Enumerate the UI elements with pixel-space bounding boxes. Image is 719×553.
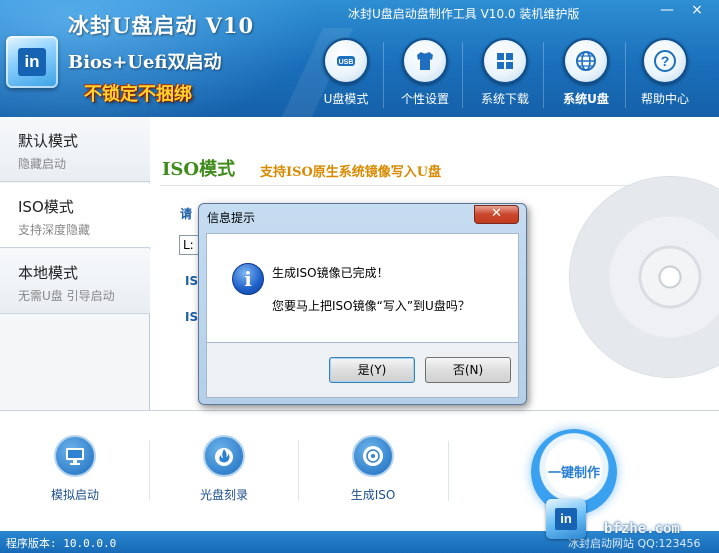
iso-option-label: IS bbox=[185, 310, 199, 324]
window-title: 冰封U盘启动盘制作工具 V10.0 装机维护版 bbox=[348, 7, 580, 21]
minimize-button[interactable]: — bbox=[654, 1, 680, 21]
app-title: 冰封U盘启动 V10 bbox=[68, 13, 255, 38]
simulate-boot-button[interactable]: 模拟启动 bbox=[25, 435, 125, 503]
dialog-close-button[interactable]: ✕ bbox=[474, 205, 519, 224]
nav-label: 系统下载 bbox=[480, 92, 529, 106]
cd-disc-image bbox=[570, 177, 719, 377]
close-button[interactable]: × bbox=[684, 1, 710, 21]
toolbar-divider bbox=[149, 441, 150, 501]
mode-title: 本地模式 bbox=[18, 264, 79, 282]
info-icon: i bbox=[232, 263, 264, 295]
windows-icon bbox=[482, 38, 528, 84]
mode-heading: ISO模式 bbox=[162, 159, 236, 180]
nav-label: U盘模式 bbox=[323, 92, 369, 106]
dialog-body: i 生成ISO镜像已完成！ 您要马上把ISO镜像“写入”到U盘吗？ bbox=[206, 233, 519, 343]
yes-button[interactable]: 是(Y) bbox=[329, 357, 415, 383]
nav-system-download[interactable]: 系统下载 bbox=[467, 38, 543, 112]
nav-divider bbox=[543, 42, 544, 108]
app-subtitle: Bios+Uefi双启动 bbox=[68, 52, 222, 73]
one-click-label: 一键制作 bbox=[547, 466, 600, 481]
info-dialog: 信息提示 ✕ i 生成ISO镜像已完成！ 您要马上把ISO镜像“写入”到U盘吗？… bbox=[198, 203, 527, 405]
tab-default-mode[interactable]: 默认模式 隐藏启动 bbox=[0, 117, 150, 182]
nav-personalize[interactable]: 个性设置 bbox=[387, 38, 463, 112]
nav-usb-mode[interactable]: USB U盘模式 bbox=[308, 38, 384, 112]
dialog-title: 信息提示 bbox=[207, 211, 256, 225]
tool-label: 生成ISO bbox=[350, 488, 396, 502]
app-header: in 冰封U盘启动 V10 Bios+Uefi双启动 不锁定不捆绑 冰封U盘启动… bbox=[0, 0, 719, 117]
mode-subtitle: 无需U盘 引导启动 bbox=[18, 289, 115, 303]
toolbar-divider bbox=[298, 441, 299, 501]
monitor-icon bbox=[54, 435, 96, 477]
watermark-site: bfzhe.com bbox=[604, 521, 680, 537]
app-logo: in bbox=[6, 36, 58, 88]
generate-iso-button[interactable]: 生成ISO bbox=[323, 435, 423, 503]
globe-icon bbox=[563, 38, 609, 84]
version-text: 程序版本: 10.0.0.0 bbox=[6, 537, 117, 550]
toolbar-divider bbox=[448, 441, 449, 501]
question-icon: ? bbox=[642, 38, 688, 84]
app-slogan: 不锁定不捆绑 bbox=[84, 84, 192, 105]
nav-label: 系统U盘 bbox=[563, 92, 609, 106]
nav-help-center[interactable]: ? 帮助中心 bbox=[627, 38, 703, 112]
dialog-message: 生成ISO镜像已完成！ bbox=[272, 266, 389, 280]
flame-disc-icon bbox=[203, 435, 245, 477]
mode-sidebar: 默认模式 隐藏启动 ISO模式 支持深度隐藏 本地模式 无需U盘 引导启动 bbox=[0, 117, 151, 410]
mode-title: 默认模式 bbox=[18, 132, 79, 150]
svg-text:USB: USB bbox=[339, 59, 354, 66]
disc-icon bbox=[352, 435, 394, 477]
tab-iso-mode[interactable]: ISO模式 支持深度隐藏 bbox=[0, 183, 151, 248]
nav-divider bbox=[383, 42, 384, 108]
mode-subtitle: 隐藏启动 bbox=[18, 157, 67, 171]
mode-title: ISO模式 bbox=[18, 198, 74, 216]
watermark: in bfzhe.com bbox=[546, 499, 719, 553]
nav-label: 帮助中心 bbox=[640, 92, 689, 106]
burn-disc-button[interactable]: 光盘刻录 bbox=[174, 435, 274, 503]
logo-text: in bbox=[18, 48, 46, 76]
watermark-logo: in bbox=[546, 499, 586, 539]
no-button[interactable]: 否(N) bbox=[425, 357, 511, 383]
mode-subtitle: 支持深度隐藏 bbox=[18, 223, 91, 237]
select-drive-prompt: 请 bbox=[180, 207, 193, 221]
watermark-logo-text: in bbox=[555, 508, 577, 530]
nav-divider bbox=[462, 42, 463, 108]
dialog-question: 您要马上把ISO镜像“写入”到U盘吗？ bbox=[272, 299, 470, 313]
nav-divider bbox=[625, 42, 626, 108]
svg-text:?: ? bbox=[661, 53, 670, 69]
tab-local-mode[interactable]: 本地模式 无需U盘 引导启动 bbox=[0, 249, 150, 314]
nav-label: 个性设置 bbox=[400, 92, 449, 106]
dialog-footer: 是(Y) 否(N) bbox=[206, 343, 519, 398]
tshirt-icon bbox=[402, 38, 448, 84]
tool-label: 光盘刻录 bbox=[199, 488, 248, 502]
tool-label: 模拟启动 bbox=[50, 488, 99, 502]
iso-option-label: IS bbox=[185, 274, 199, 288]
usb-icon: USB bbox=[323, 38, 369, 84]
mode-description: 支持ISO原生系统镜像写入U盘 bbox=[260, 165, 442, 180]
nav-system-usb[interactable]: 系统U盘 bbox=[548, 38, 624, 112]
